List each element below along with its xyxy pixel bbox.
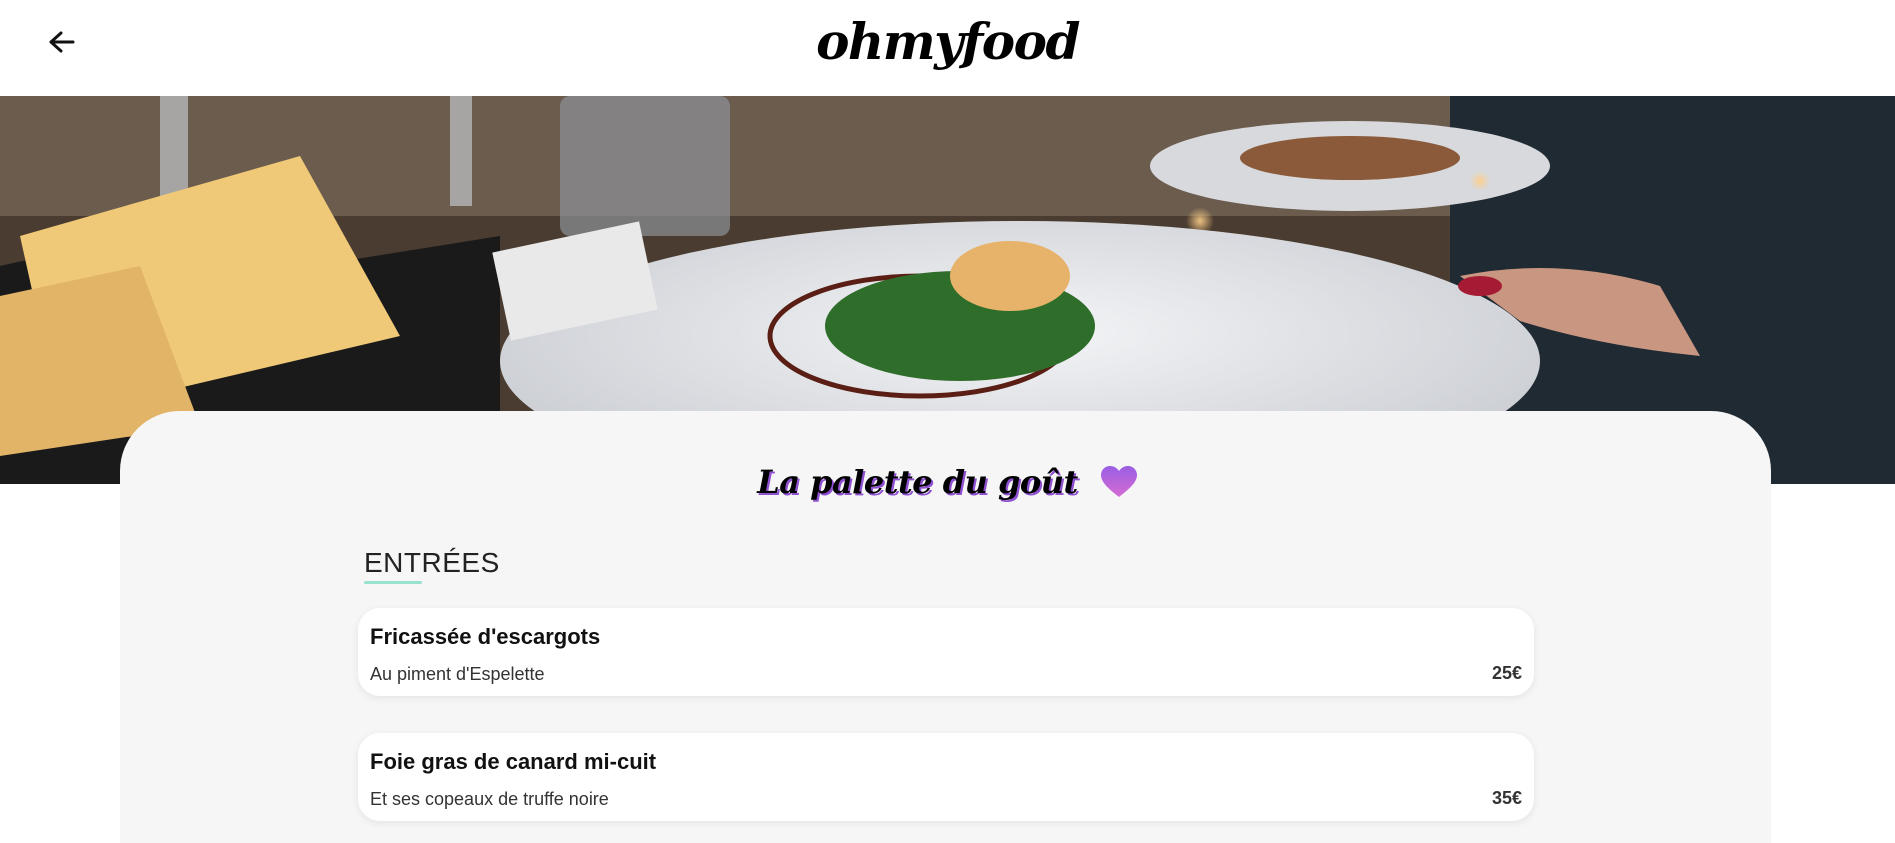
dish-price: 35€ (1491, 788, 1522, 808)
restaurant-title-row: La palette du goût (0, 463, 1895, 501)
dish-name: Foie gras de canard mi-cuit (370, 749, 657, 774)
section-underline (364, 581, 422, 584)
restaurant-title: La palette du goût (757, 463, 1078, 501)
dish-card[interactable]: Fricassée d'escargots Au piment d'Espele… (358, 608, 1534, 696)
top-header: ohmyfood (0, 0, 1895, 96)
dish-price: 25€ (1491, 663, 1522, 683)
dish-card[interactable]: Foie gras de canard mi-cuit Et ses copea… (358, 733, 1534, 821)
section-title-entrees: ENTRÉES (364, 547, 500, 578)
app-logo[interactable]: ohmyfood (0, 12, 1895, 71)
dish-description: Et ses copeaux de truffe noire (370, 789, 609, 809)
dish-description: Au piment d'Espelette (370, 664, 545, 684)
dish-name: Fricassée d'escargots (370, 624, 601, 649)
heart-icon[interactable] (1100, 465, 1138, 499)
